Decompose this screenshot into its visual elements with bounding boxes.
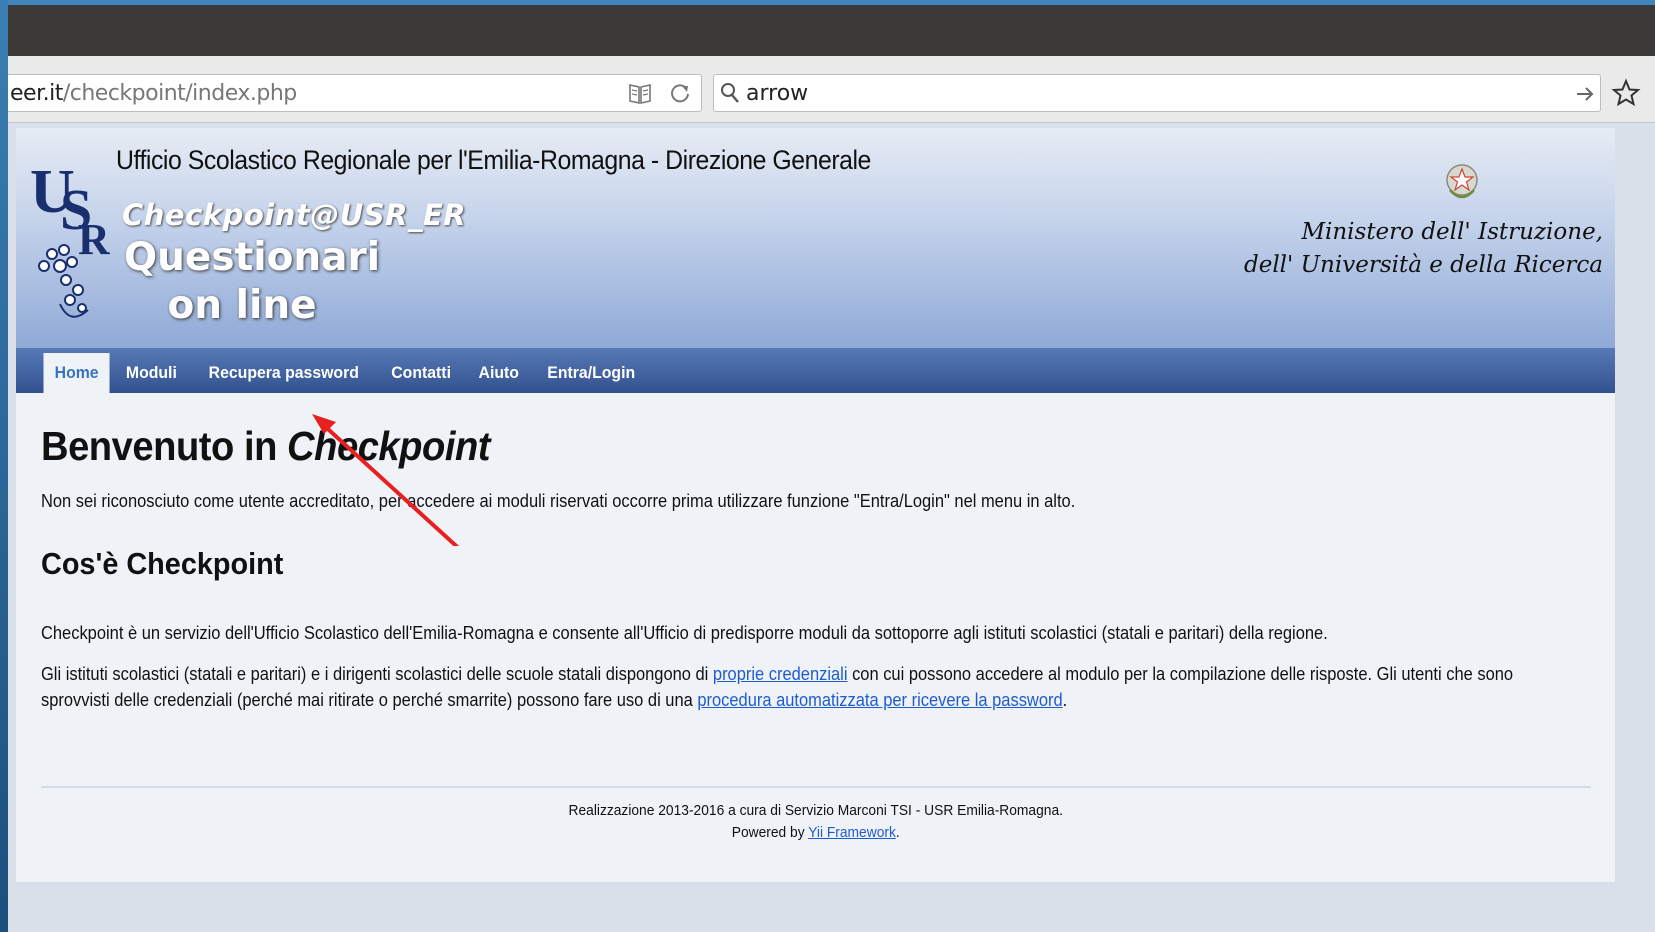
footer-powered: Powered by Yii Framework. (568, 822, 1062, 844)
menu-item-recupera-password[interactable]: Recupera password (197, 353, 370, 393)
footer-credits: Realizzazione 2013-2016 a cura di Serviz… (568, 802, 1063, 819)
url-bar[interactable]: eer.it/checkpoint/index.php (8, 74, 702, 112)
powered-suffix: . (895, 824, 900, 841)
search-input[interactable]: arrow (746, 81, 808, 106)
usr-logo: U S R (30, 154, 111, 326)
menu-item-entra-login[interactable]: Entra/Login (536, 353, 646, 393)
web-page: U S R Ufficio Scolastico Regionale per l… (16, 128, 1615, 882)
search-icon (720, 82, 740, 104)
main-menu: Home Moduli Recupera password Contatti A… (16, 348, 1615, 393)
republic-emblem (1444, 158, 1480, 204)
brand-title: Checkpoint@USR_ER (122, 198, 467, 232)
menu-item-home[interactable]: Home (43, 353, 110, 393)
not-recognized-message: Non sei riconosciuto come utente accredi… (41, 491, 1076, 511)
procedura-password-link[interactable]: procedura automatizzata per ricevere la … (697, 690, 1062, 710)
reload-icon[interactable] (667, 79, 693, 107)
yii-framework-link[interactable]: Yii Framework (808, 824, 896, 841)
url-text[interactable]: eer.it/checkpoint/index.php (8, 81, 297, 106)
footer-inner: Realizzazione 2013-2016 a cura di Serviz… (568, 800, 1062, 844)
ministry-line2: dell' Università e della Ricerca (1243, 252, 1603, 278)
browser-toolbar: eer.it/checkpoint/index.php arrow (8, 56, 1655, 123)
menu-item-contatti[interactable]: Contatti (380, 353, 462, 393)
ministry-name: Ministero dell' Istruzione, dell' Univer… (1244, 216, 1603, 282)
footer-divider (41, 786, 1591, 788)
ministry-line1: Ministero dell' Istruzione, (1301, 219, 1603, 245)
questionari-line1: Questionari (124, 235, 381, 280)
powered-prefix: Powered by (731, 824, 808, 841)
welcome-heading: Benvenuto in Checkpoint (41, 423, 490, 470)
what-is-checkpoint-text: Checkpoint è un servizio dell'Ufficio Sc… (41, 623, 1328, 643)
svg-text:R: R (78, 215, 110, 264)
bookmark-star-icon[interactable] (1611, 78, 1641, 108)
credentials-text-1: Gli istituti scolastici (statali e parit… (41, 664, 713, 684)
credentials-paragraph: Gli istituti scolastici (statali e parit… (41, 661, 1578, 713)
credentials-text-3: . (1062, 690, 1068, 710)
search-bar[interactable]: arrow (713, 74, 1601, 112)
office-title: Ufficio Scolastico Regionale per l'Emili… (116, 145, 871, 175)
url-host: eer.it (10, 80, 63, 106)
menu-item-moduli[interactable]: Moduli (115, 353, 188, 393)
url-path: /checkpoint/index.php (62, 80, 297, 106)
site-header: U S R Ufficio Scolastico Regionale per l… (16, 128, 1615, 348)
what-is-checkpoint-heading: Cos'è Checkpoint (41, 546, 284, 581)
welcome-prefix: Benvenuto in (41, 423, 288, 469)
menu-item-aiuto[interactable]: Aiuto (467, 353, 530, 393)
page-footer: Realizzazione 2013-2016 a cura di Serviz… (16, 800, 1615, 844)
reader-view-icon[interactable] (627, 79, 653, 107)
go-arrow-icon[interactable] (1574, 83, 1596, 105)
proprie-credenziali-link[interactable]: proprie credenziali (713, 664, 848, 684)
browser-titlebar (8, 5, 1655, 56)
desktop-left-edge (0, 0, 8, 932)
questionari-title: Questionari on line (124, 234, 381, 330)
questionari-line2: on line (167, 283, 317, 328)
welcome-emphasis: Checkpoint (287, 423, 491, 469)
